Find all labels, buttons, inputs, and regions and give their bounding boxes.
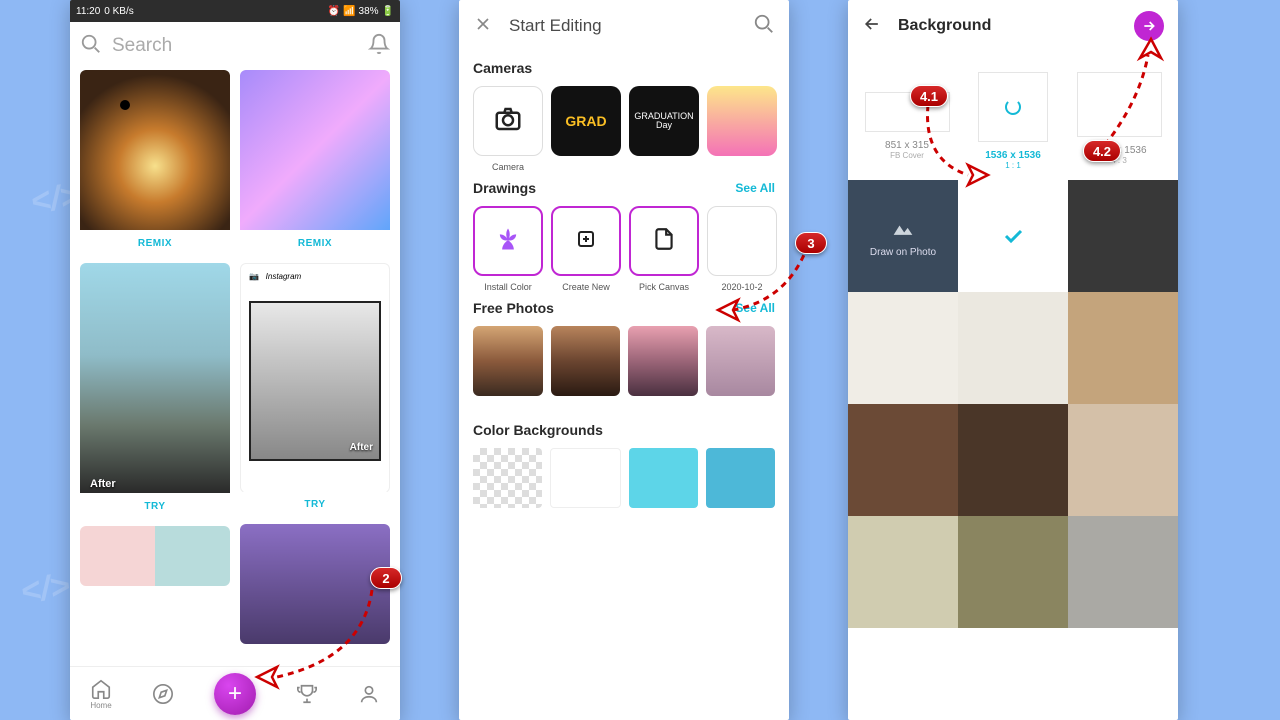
texture-grid: Draw on Photo	[848, 180, 1178, 628]
feed-card[interactable]: TRY	[240, 491, 390, 518]
annotation-badge-3: 3	[795, 232, 827, 254]
see-all-link[interactable]: See All	[735, 181, 775, 195]
texture-tile[interactable]	[1068, 292, 1178, 404]
close-icon[interactable]	[473, 14, 493, 39]
page-title: Start Editing	[509, 16, 737, 36]
section-freephotos: Free Photos	[473, 300, 554, 316]
feed-card[interactable]	[80, 526, 230, 586]
white-bg[interactable]	[550, 448, 621, 508]
template-tile[interactable]	[707, 86, 777, 172]
photo-tile[interactable]	[473, 326, 543, 396]
remix-label[interactable]: REMIX	[80, 230, 230, 257]
photo-tile[interactable]	[628, 326, 698, 396]
texture-tile[interactable]	[848, 292, 958, 404]
status-battery: 38%	[359, 6, 379, 17]
annotation-arrow-3	[708, 245, 818, 330]
search-input[interactable]: Search	[112, 35, 358, 57]
template-tile[interactable]: GRADUATION Day	[629, 86, 699, 172]
page-title: Background	[898, 17, 1118, 35]
texture-tile[interactable]	[848, 516, 958, 628]
search-icon[interactable]	[80, 33, 102, 60]
header: Start Editing	[459, 0, 789, 52]
texture-tile[interactable]	[958, 292, 1068, 404]
texture-tile[interactable]	[1068, 516, 1178, 628]
annotation-arrow-4-1	[918, 100, 998, 195]
section-drawings: Drawings	[473, 180, 536, 196]
nav-home[interactable]: Home	[90, 678, 112, 710]
feed-card[interactable]: 📷 Instagram After	[240, 263, 390, 493]
texture-tile[interactable]	[958, 404, 1068, 516]
cyan-bg[interactable]	[629, 448, 698, 508]
section-colorbg: Color Backgrounds	[459, 414, 789, 448]
annotation-badge-4-1: 4.1	[910, 85, 948, 107]
plus-icon: +	[228, 680, 242, 708]
texture-tile[interactable]	[958, 516, 1068, 628]
texture-tile[interactable]	[848, 404, 958, 516]
blue-bg[interactable]	[706, 448, 775, 508]
back-icon[interactable]	[862, 14, 882, 39]
annotation-arrow-4-2	[1100, 40, 1170, 155]
annotation-arrow-2	[242, 590, 392, 715]
phone-start-editing: Start Editing Cameras Camera GRAD GRADUA…	[459, 0, 789, 720]
photo-tile[interactable]	[551, 326, 621, 396]
draw-on-photo-tile[interactable]: Draw on Photo	[848, 180, 958, 292]
status-bar: 11:20 0 KB/s ⏰📶38%🔋	[70, 0, 400, 22]
remix-label[interactable]: REMIX	[240, 230, 390, 257]
status-time: 11:20	[76, 6, 100, 17]
annotation-badge-2: 2	[370, 567, 402, 589]
transparent-bg[interactable]	[473, 448, 542, 508]
texture-selected[interactable]	[958, 180, 1068, 292]
status-net: 0 KB/s	[104, 6, 133, 17]
search-row: Search	[70, 22, 400, 70]
annotation-badge-4-2: 4.2	[1083, 140, 1121, 162]
notifications-icon[interactable]	[368, 33, 390, 60]
try-label[interactable]: TRY	[240, 491, 390, 518]
texture-tile[interactable]	[1068, 180, 1178, 292]
photo-tile[interactable]	[706, 326, 776, 396]
feed-card[interactable]: REMIX	[240, 70, 390, 257]
nav-explore[interactable]	[152, 683, 174, 705]
loading-icon	[1005, 99, 1021, 115]
feed-card[interactable]: REMIX	[80, 70, 230, 257]
install-color-tile[interactable]: Install Color	[473, 206, 543, 292]
camera-tile[interactable]: Camera	[473, 86, 543, 172]
feed-card[interactable]: AfterTRY	[80, 263, 230, 520]
search-icon[interactable]	[753, 13, 775, 40]
section-cameras: Cameras	[459, 52, 789, 86]
try-label[interactable]: TRY	[80, 493, 230, 520]
create-new-tile[interactable]: Create New	[551, 206, 621, 292]
template-tile[interactable]: GRAD	[551, 86, 621, 172]
pick-canvas-tile[interactable]: Pick Canvas	[629, 206, 699, 292]
texture-tile[interactable]	[1068, 404, 1178, 516]
